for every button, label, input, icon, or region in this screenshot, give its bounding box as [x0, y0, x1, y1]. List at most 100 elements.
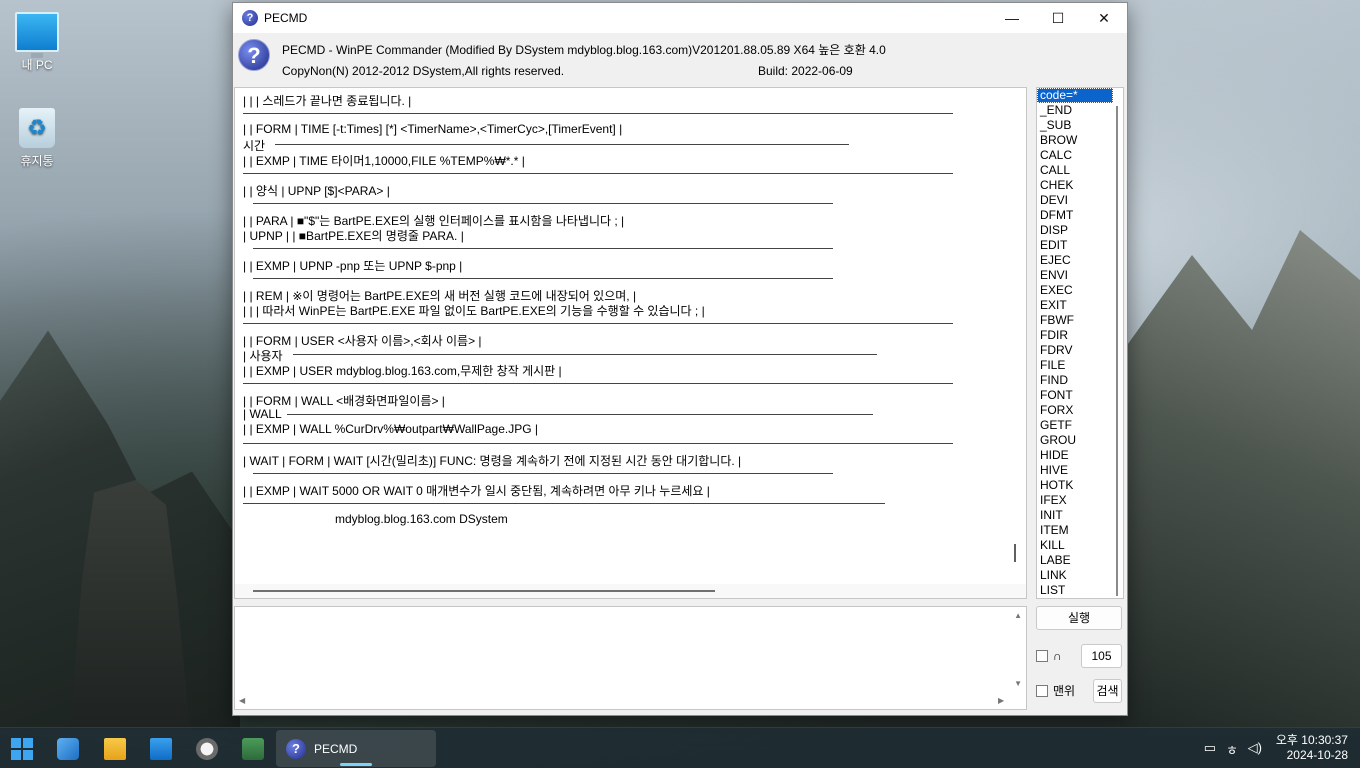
- command-list-item[interactable]: _END: [1037, 103, 1113, 118]
- clock[interactable]: 오후 10:30:37 2024-10-28: [1276, 733, 1348, 763]
- window-controls: — ☐ ✕: [989, 3, 1127, 33]
- command-list-item[interactable]: LABE: [1037, 553, 1113, 568]
- scroll-up-icon[interactable]: ▲: [1014, 611, 1022, 620]
- command-list-item[interactable]: LINK: [1037, 568, 1113, 583]
- maximize-button[interactable]: ☐: [1035, 3, 1081, 33]
- table-rule: [243, 383, 953, 384]
- desktop-icon-this-pc[interactable]: 내 PC: [2, 12, 72, 73]
- list-scrollbar[interactable]: [1116, 106, 1118, 596]
- vertical-scrollbar[interactable]: [1014, 544, 1016, 562]
- desktop-icon-label: 휴지통: [20, 154, 54, 168]
- output-line: | | EXMP | USER mdyblog.blog.163.com,무제한…: [243, 364, 562, 378]
- output-line: | | FORM | TIME [-t:Times] [*] <TimerNam…: [243, 122, 623, 136]
- start-button[interactable]: [11, 738, 33, 760]
- horizontal-scrollbar[interactable]: [235, 584, 1026, 598]
- network-icon[interactable]: ▭: [1204, 740, 1216, 756]
- taskbar-app-pecmd[interactable]: ? PECMD: [276, 730, 436, 767]
- command-list-item[interactable]: INIT: [1037, 508, 1113, 523]
- run-button[interactable]: 실행: [1036, 606, 1122, 630]
- scroll-down-icon[interactable]: ▼: [1014, 679, 1022, 688]
- output-line: | | EXMP | UPNP -pnp 또는 UPNP $-pnp |: [243, 259, 463, 273]
- file-explorer-icon[interactable]: [104, 738, 126, 760]
- wallpaper-mountain-right: [1120, 230, 1360, 730]
- command-list-item[interactable]: EXIT: [1037, 298, 1113, 313]
- command-list-item[interactable]: HOTK: [1037, 478, 1113, 493]
- clock-date: 2024-10-28: [1286, 748, 1348, 762]
- command-list-item[interactable]: _SUB: [1037, 118, 1113, 133]
- scroll-left-icon[interactable]: ◀: [239, 696, 245, 705]
- app-launcher-icon[interactable]: [57, 738, 79, 760]
- table-rule: [253, 473, 833, 474]
- command-list-item[interactable]: EXEC: [1037, 283, 1113, 298]
- table-rule: [275, 144, 849, 145]
- command-list-item[interactable]: EJEC: [1037, 253, 1113, 268]
- output-line: | | 양식 | UPNP [$]<PARA> |: [243, 184, 390, 198]
- command-list-item[interactable]: DISP: [1037, 223, 1113, 238]
- command-list-item[interactable]: EDIT: [1037, 238, 1113, 253]
- header-build: Build: 2022-06-09: [758, 64, 853, 78]
- checkbox[interactable]: [1036, 650, 1048, 662]
- command-list-item[interactable]: ITEM: [1037, 523, 1113, 538]
- avatar-app-icon[interactable]: [196, 738, 218, 760]
- command-list-item[interactable]: FIND: [1037, 373, 1113, 388]
- table-rule: [243, 173, 953, 174]
- checkbox[interactable]: [1036, 684, 1048, 697]
- checkbox-intersect[interactable]: ∩: [1036, 649, 1062, 663]
- command-list-item[interactable]: KILL: [1037, 538, 1113, 553]
- command-list-item[interactable]: IFEX: [1037, 493, 1113, 508]
- command-list-item[interactable]: code=*: [1037, 88, 1113, 103]
- command-list-item[interactable]: DFMT: [1037, 208, 1113, 223]
- ime-icon[interactable]: ㅎ: [1226, 740, 1238, 759]
- search-button[interactable]: 검색: [1093, 679, 1122, 703]
- command-list-item[interactable]: GETF: [1037, 418, 1113, 433]
- volume-icon[interactable]: ◁): [1248, 740, 1262, 756]
- command-list-item[interactable]: HIVE: [1037, 463, 1113, 478]
- command-list-item[interactable]: FONT: [1037, 388, 1113, 403]
- output-line: | WALL: [243, 407, 282, 421]
- output-line: | | | 스레드가 끝나면 종료됩니다. |: [243, 94, 412, 108]
- command-list-item[interactable]: HIDE: [1037, 448, 1113, 463]
- clock-time: 오후 10:30:37: [1275, 733, 1348, 747]
- checkbox-label: ∩: [1053, 649, 1062, 663]
- help-question-icon: ?: [286, 738, 306, 759]
- output-pane[interactable]: | | | 스레드가 끝나면 종료됩니다. | | | FORM | TIME …: [234, 87, 1027, 599]
- table-rule: [287, 414, 873, 415]
- command-list-item[interactable]: DEVI: [1037, 193, 1113, 208]
- close-button[interactable]: ✕: [1081, 3, 1127, 33]
- command-list-item[interactable]: LIST: [1037, 583, 1113, 598]
- app-header: ? PECMD - WinPE Commander (Modified By D…: [233, 33, 1127, 85]
- command-list-item[interactable]: FDIR: [1037, 328, 1113, 343]
- desktop-icon-recycle-bin[interactable]: ♻ 휴지통: [2, 108, 72, 169]
- command-list-item[interactable]: ENVI: [1037, 268, 1113, 283]
- command-list-item[interactable]: BROW: [1037, 133, 1113, 148]
- title-bar[interactable]: ? PECMD — ☐ ✕: [233, 3, 1127, 33]
- desktop-icon-label: 내 PC: [21, 58, 53, 72]
- taskbar-app-label: PECMD: [314, 741, 358, 756]
- taskbar: ? PECMD ▭ ㅎ ◁) 오후 10:30:37 2024-10-28: [0, 727, 1360, 768]
- number-field[interactable]: 105: [1081, 644, 1122, 668]
- checkbox-topmost[interactable]: 맨위: [1036, 682, 1075, 699]
- output-line: | | EXMP | WAIT 5000 OR WAIT 0 매개변수가 일시 …: [243, 484, 710, 498]
- command-list[interactable]: code=* _END _SUB BROW CALC CALL CHEK DEVI DFMT DI…: [1036, 87, 1124, 599]
- command-list-item[interactable]: CALL: [1037, 163, 1113, 178]
- desktop-icon[interactable]: [150, 738, 172, 760]
- recycle-bin-icon: ♻: [19, 108, 55, 148]
- command-list-item[interactable]: FORX: [1037, 403, 1113, 418]
- output-line: | | EXMP | WALL %CurDrv%₩outpart₩WallPag…: [243, 422, 538, 436]
- header-version: PECMD - WinPE Commander (Modified By DSy…: [282, 43, 886, 57]
- minimize-button[interactable]: —: [989, 3, 1035, 33]
- computer-icon: [15, 12, 59, 58]
- checkbox-label: 맨위: [1053, 684, 1076, 698]
- command-list-item[interactable]: FDRV: [1037, 343, 1113, 358]
- command-list-item[interactable]: FILE: [1037, 358, 1113, 373]
- scrollbar-thumb[interactable]: [253, 590, 715, 592]
- help-question-icon: ?: [238, 39, 270, 71]
- table-rule: [293, 354, 877, 355]
- command-list-item[interactable]: FBWF: [1037, 313, 1113, 328]
- app-icon[interactable]: [242, 738, 264, 760]
- command-input[interactable]: ▲ ▼ ◀ ▶: [234, 606, 1027, 710]
- command-list-item[interactable]: CALC: [1037, 148, 1113, 163]
- command-list-item[interactable]: GROU: [1037, 433, 1113, 448]
- command-list-item[interactable]: CHEK: [1037, 178, 1113, 193]
- scroll-right-icon[interactable]: ▶: [998, 696, 1004, 705]
